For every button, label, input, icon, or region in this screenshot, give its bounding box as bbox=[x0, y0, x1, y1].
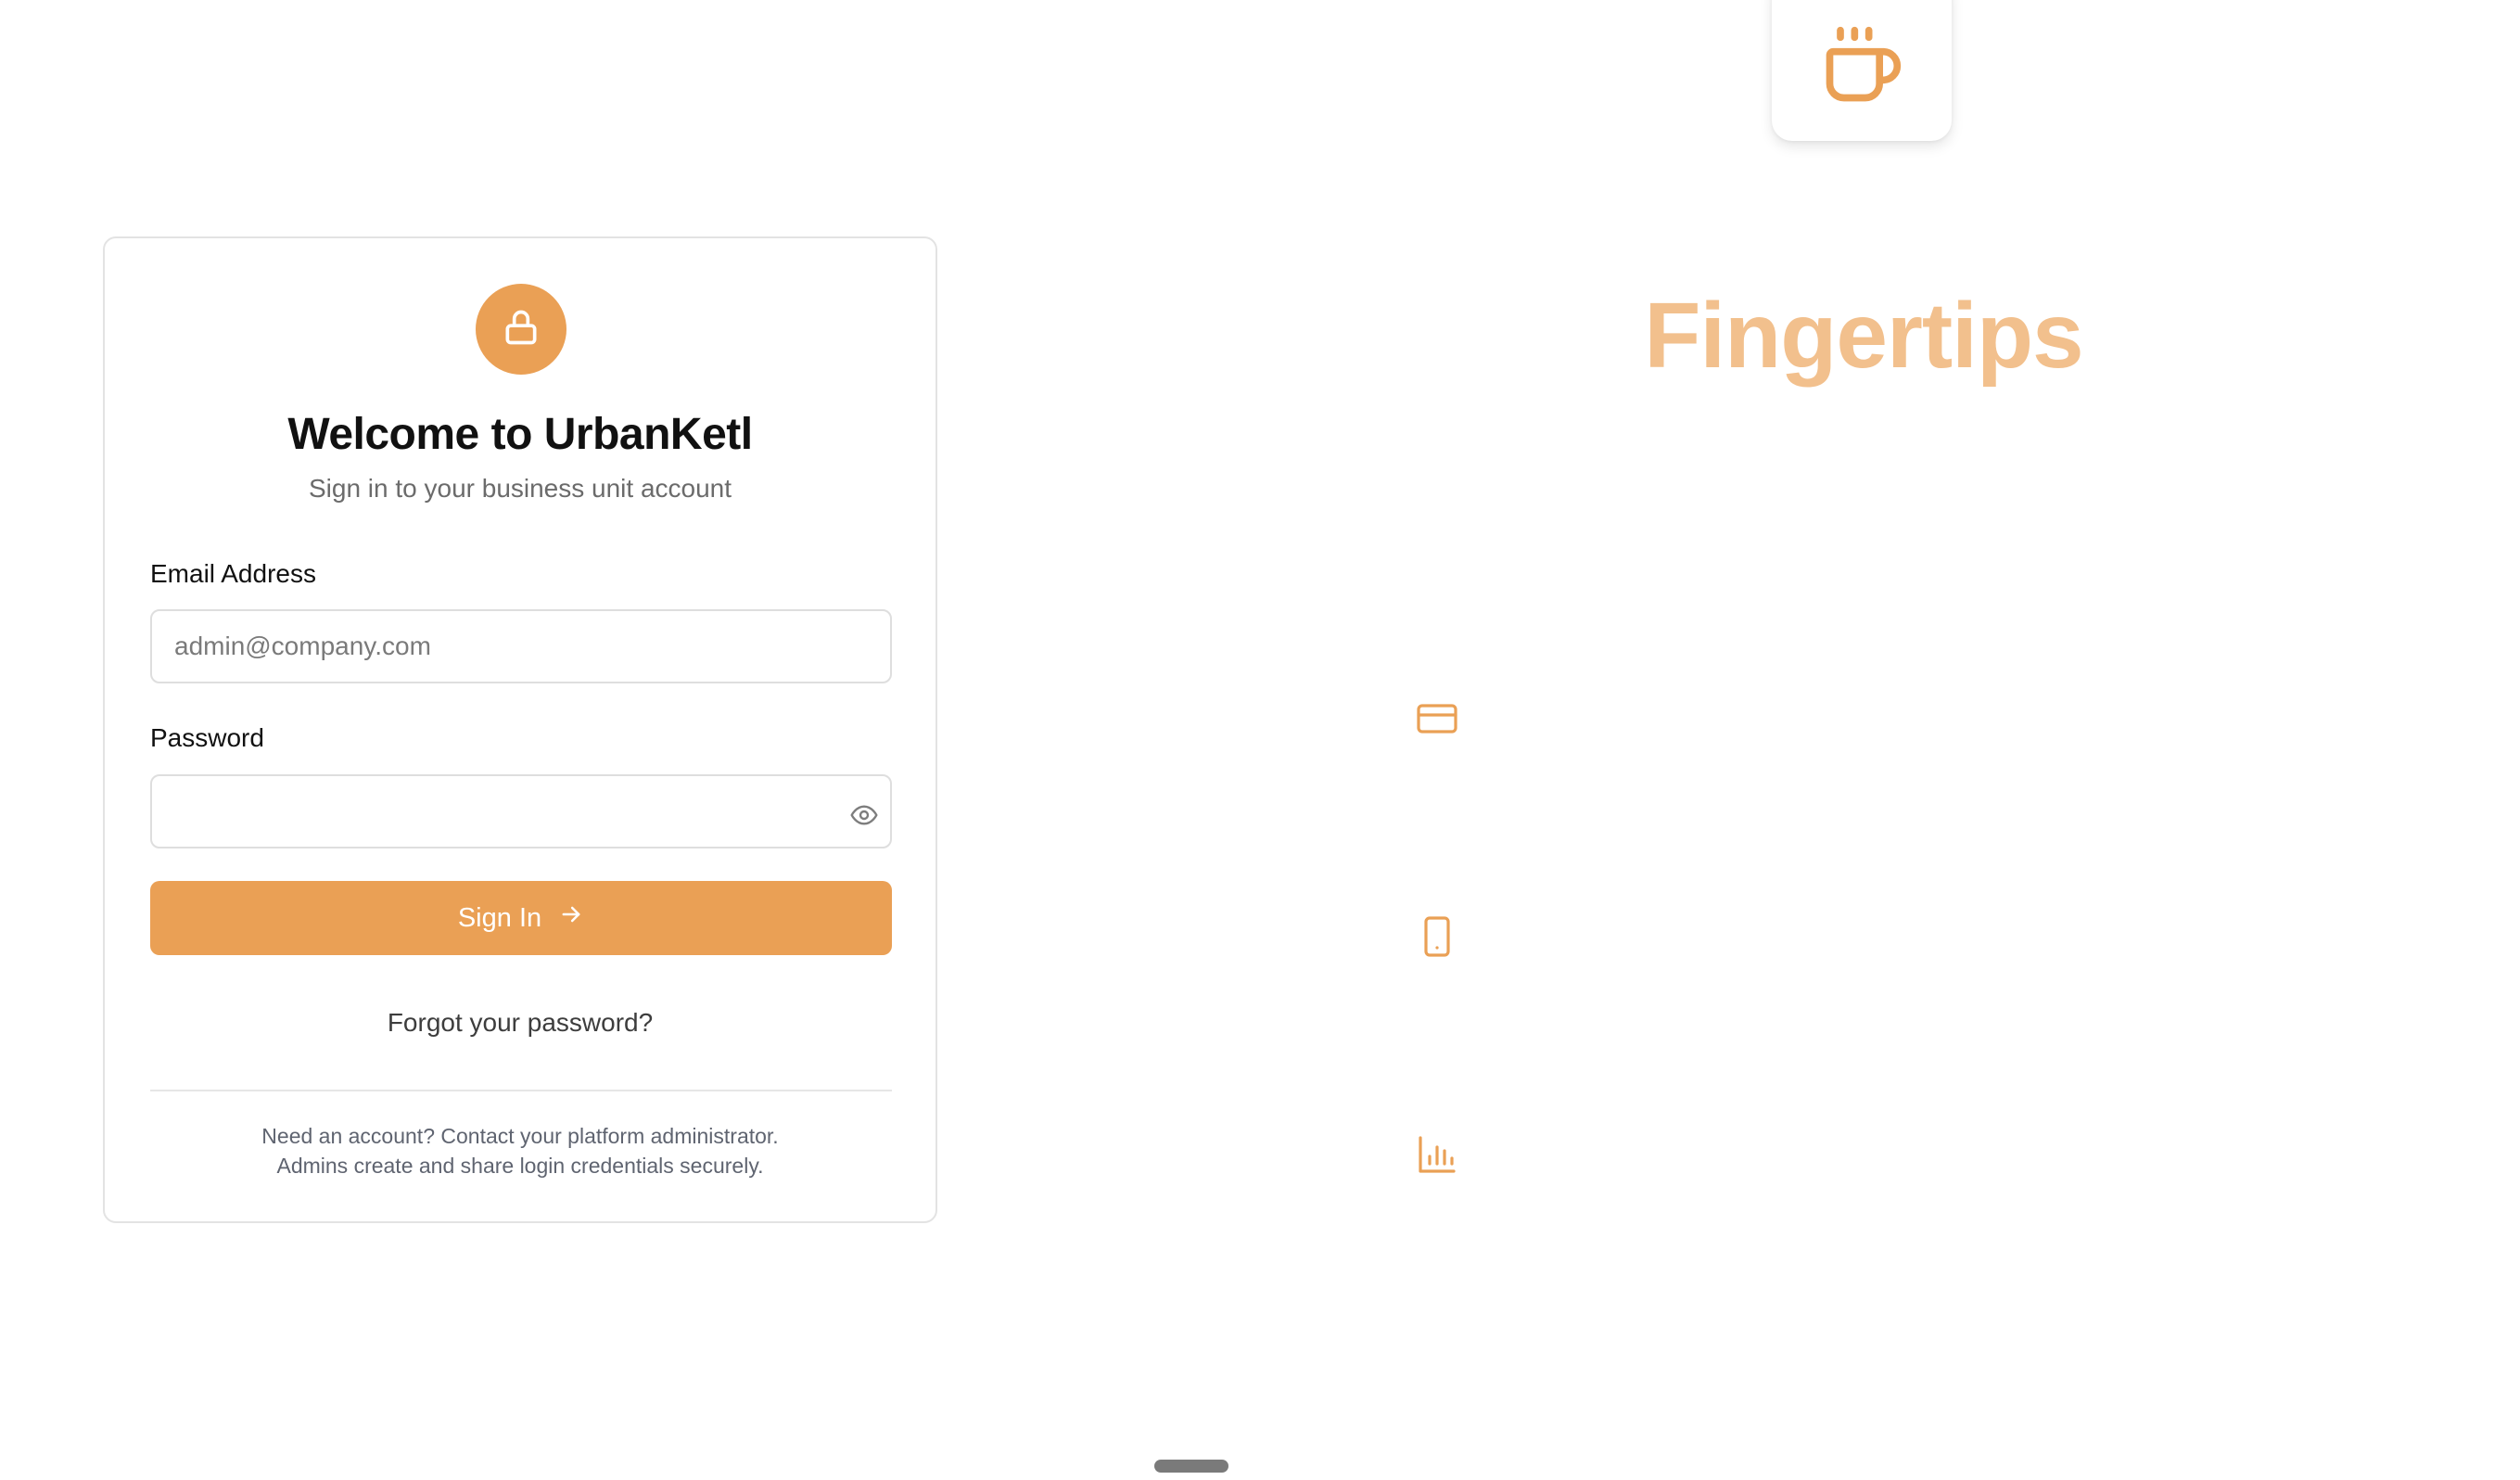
password-label: Password bbox=[150, 723, 264, 752]
login-page: Welcome to UrbanKetl Sign in to your bus… bbox=[0, 0, 2520, 1480]
divider bbox=[150, 1090, 892, 1091]
lock-icon bbox=[501, 307, 541, 352]
home-indicator[interactable] bbox=[1154, 1460, 1228, 1473]
brand-logo-tile bbox=[1772, 0, 1952, 141]
footer-line-1: Need an account? Contact your platform a… bbox=[261, 1124, 779, 1148]
forgot-password-link[interactable]: Forgot your password? bbox=[105, 1008, 935, 1038]
password-visibility-toggle[interactable] bbox=[846, 798, 883, 836]
eye-icon bbox=[849, 800, 879, 835]
coffee-cup-icon bbox=[1819, 23, 1904, 113]
email-label: Email Address bbox=[150, 559, 316, 588]
lock-badge bbox=[476, 284, 566, 375]
footer-line-2: Admins create and share login credential… bbox=[276, 1154, 764, 1178]
bar-chart-icon bbox=[1414, 1131, 1460, 1178]
sign-in-button[interactable]: Sign In bbox=[150, 881, 892, 955]
arrow-right-icon bbox=[558, 901, 584, 935]
sign-in-label: Sign In bbox=[457, 902, 542, 933]
credit-card-icon bbox=[1414, 695, 1460, 742]
tablet-icon bbox=[1414, 913, 1460, 960]
page-subtitle: Sign in to your business unit account bbox=[308, 474, 732, 503]
login-card: Welcome to UrbanKetl Sign in to your bus… bbox=[103, 236, 937, 1223]
email-field[interactable] bbox=[150, 609, 892, 683]
brand-title: Fingertips bbox=[1644, 284, 2083, 388]
password-field[interactable] bbox=[150, 774, 892, 848]
page-title: Welcome to UrbanKetl bbox=[287, 410, 753, 459]
